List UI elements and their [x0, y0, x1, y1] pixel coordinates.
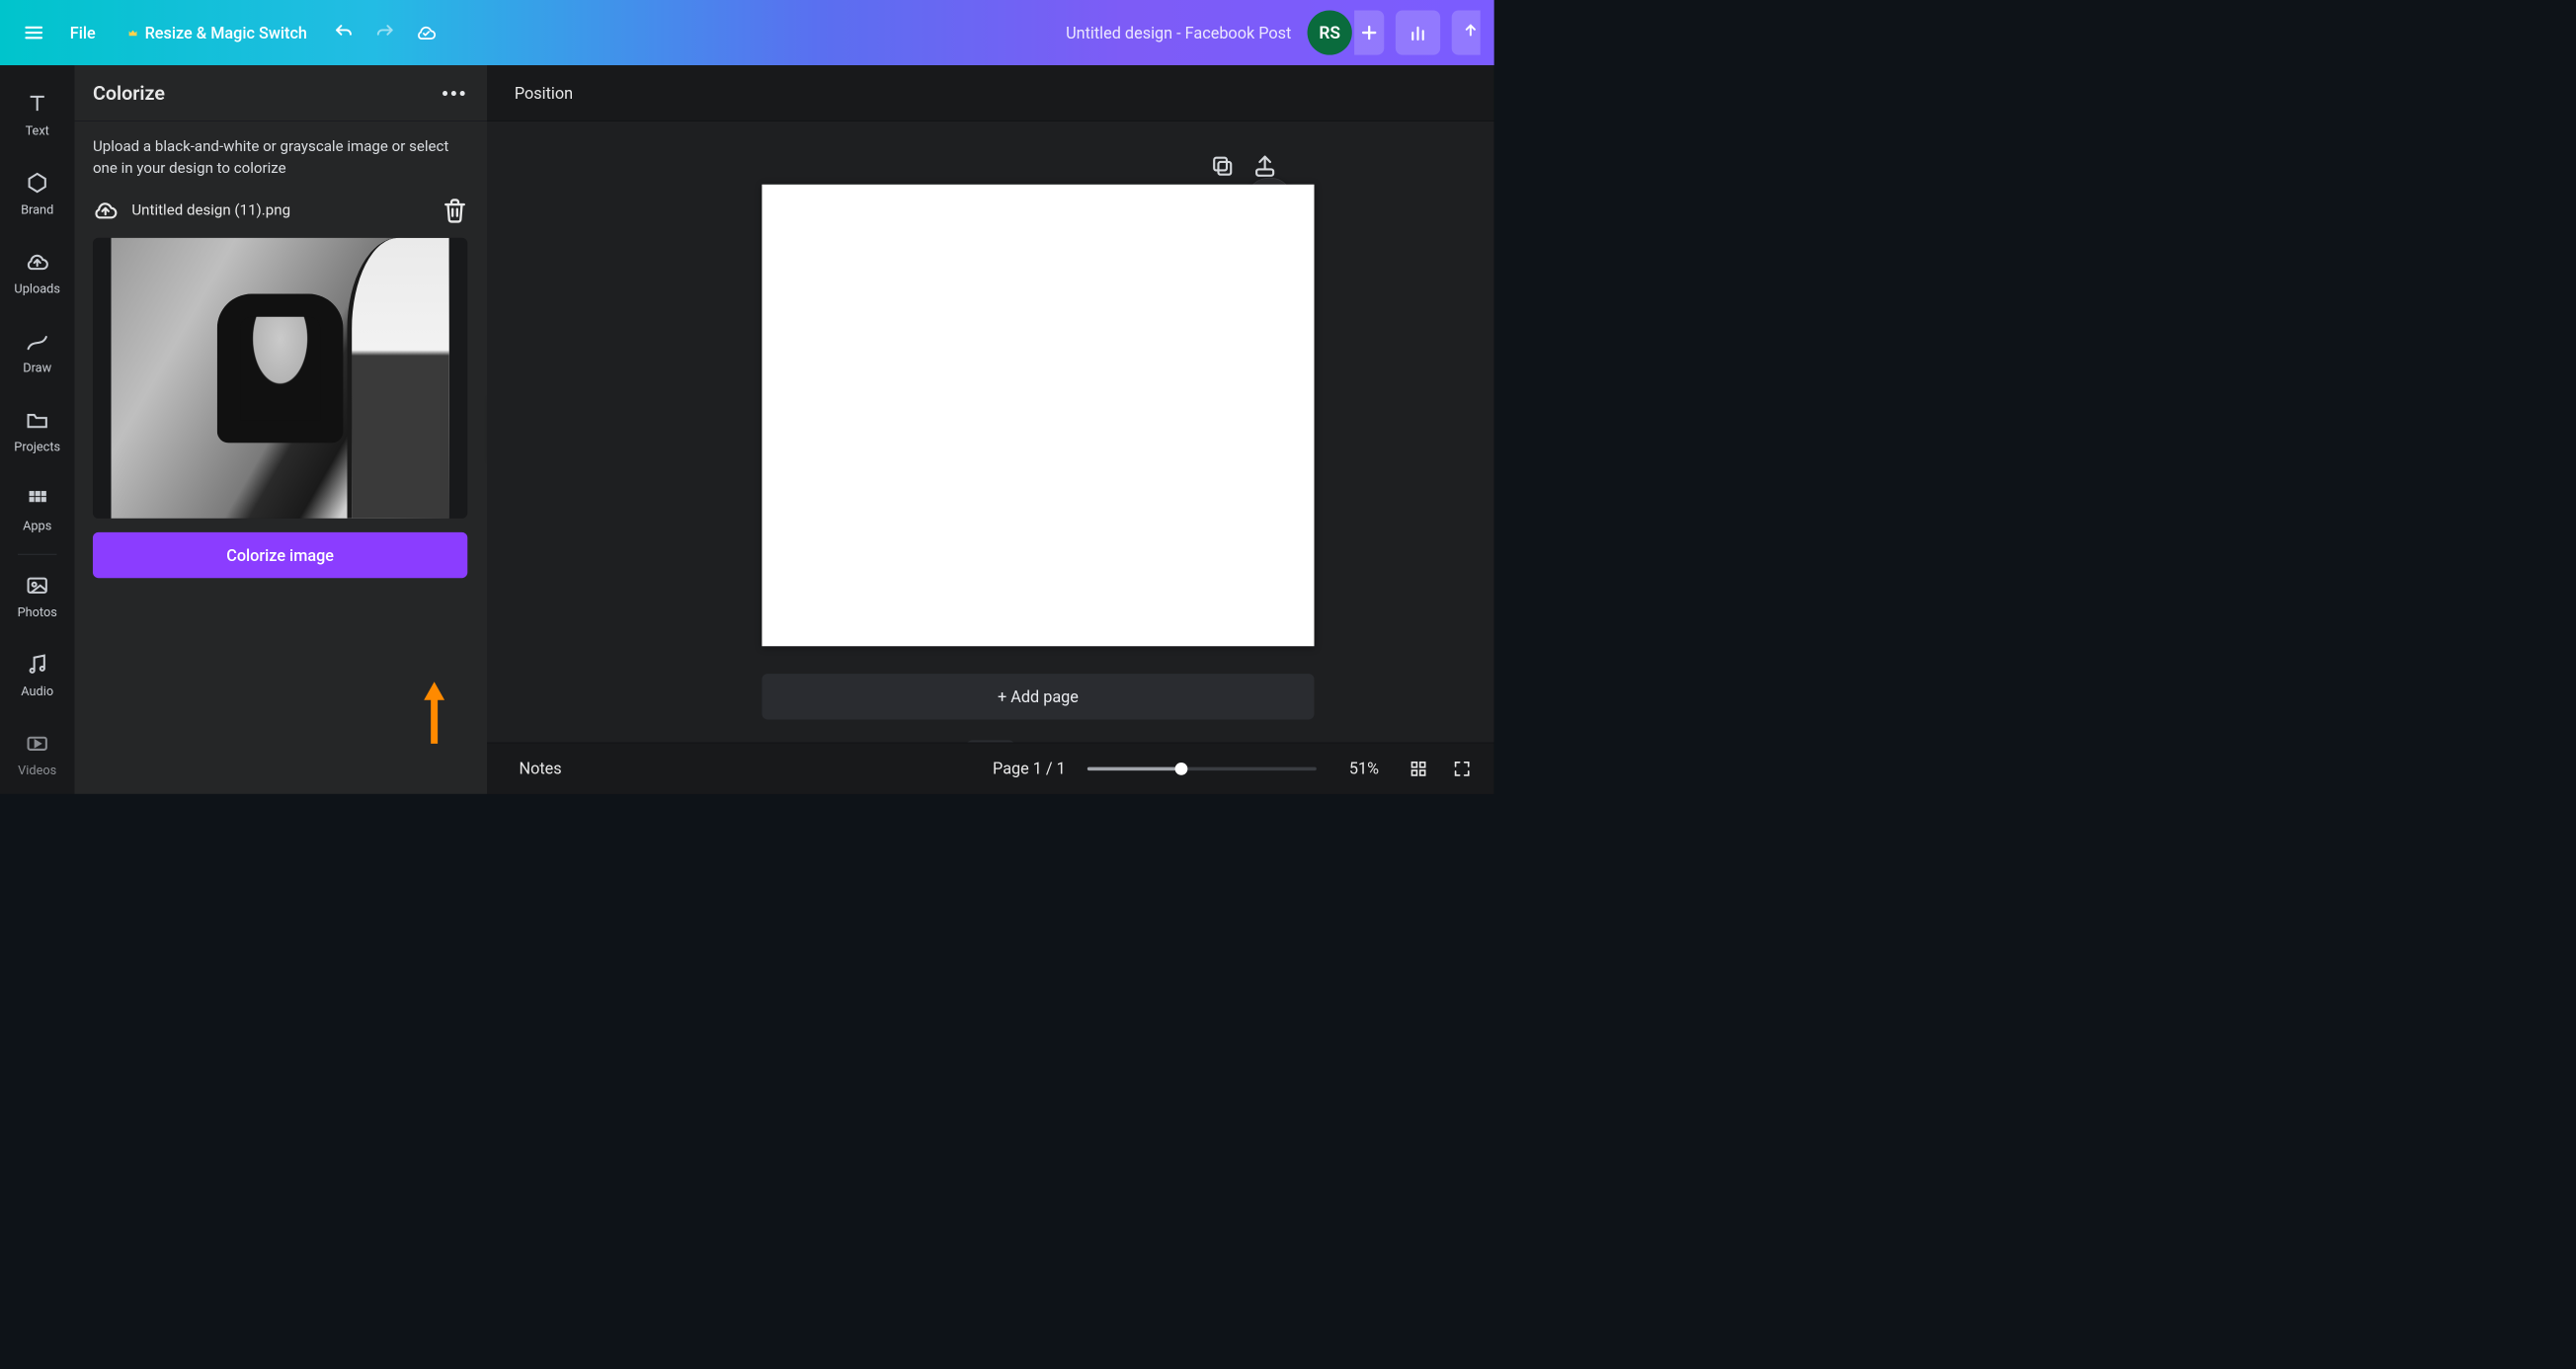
- rail-label: Projects: [14, 440, 60, 453]
- top-header: File Resize & Magic Switch Untitled desi…: [0, 0, 1494, 65]
- rail-label: Text: [26, 124, 49, 139]
- grid-view-button[interactable]: [1404, 754, 1433, 783]
- brand-icon: [26, 171, 49, 199]
- cloud-upload-icon: [93, 198, 119, 223]
- side-panel-colorize: Colorize Upload a black-and-white or gra…: [74, 65, 487, 794]
- top-right-controls: RS: [1303, 10, 1481, 54]
- rail-separator: [18, 554, 56, 555]
- design-title-text: Untitled design - Facebook Post: [1066, 23, 1291, 41]
- editor-area: Position + Add page: [487, 65, 1494, 794]
- rail-item-audio[interactable]: Audio: [0, 636, 74, 715]
- uploaded-file-row: Untitled design (11).png: [93, 194, 468, 224]
- audio-icon: [26, 652, 49, 680]
- preview-thumbnail: [112, 238, 449, 519]
- zoom-slider[interactable]: [1087, 766, 1317, 769]
- zoom-value[interactable]: 51%: [1338, 760, 1390, 778]
- add-page-button[interactable]: + Add page: [762, 674, 1314, 719]
- redo-button[interactable]: [364, 12, 406, 53]
- colorize-button-label: Colorize image: [226, 546, 334, 565]
- photos-icon: [26, 573, 49, 601]
- rail-item-text[interactable]: Text: [0, 76, 74, 155]
- user-avatar[interactable]: RS: [1308, 10, 1352, 54]
- duplicate-page-button[interactable]: [1210, 153, 1236, 179]
- stage: + Add page Notes Page 1 / 1: [487, 121, 1494, 794]
- page-tool-row: [1210, 153, 1277, 179]
- rail-label: Brand: [21, 203, 53, 218]
- rail-label: Videos: [18, 764, 56, 778]
- colorize-image-button[interactable]: Colorize image: [93, 532, 467, 578]
- panel-title: Colorize: [93, 82, 165, 105]
- resize-magic-switch-button[interactable]: Resize & Magic Switch: [112, 13, 323, 53]
- add-page-label: + Add page: [998, 687, 1079, 706]
- crown-icon: [127, 23, 137, 41]
- design-title-input[interactable]: Untitled design - Facebook Post: [1055, 23, 1303, 41]
- panel-description: Upload a black-and-white or grayscale im…: [93, 136, 468, 180]
- undo-button[interactable]: [323, 12, 364, 53]
- avatar-initials: RS: [1319, 23, 1340, 42]
- uploaded-file-name: Untitled design (11).png: [131, 201, 427, 218]
- zoom-slider-fill: [1087, 766, 1181, 769]
- apps-icon: [26, 487, 49, 515]
- bottom-bar: Notes Page 1 / 1 51%: [487, 743, 1494, 794]
- zoom-slider-thumb[interactable]: [1175, 763, 1188, 775]
- rail-item-brand[interactable]: Brand: [0, 155, 74, 234]
- main-row: Text Brand Uploads Draw Projects Apps: [0, 65, 1494, 794]
- text-icon: [26, 92, 49, 120]
- rail-label: Uploads: [14, 282, 60, 296]
- uploads-icon: [26, 250, 49, 278]
- notes-button[interactable]: Notes: [504, 755, 568, 782]
- rail-item-uploads[interactable]: Uploads: [0, 234, 74, 313]
- position-button[interactable]: Position: [506, 78, 583, 109]
- panel-more-button[interactable]: [439, 78, 468, 108]
- editor-toolbar: Position: [487, 65, 1494, 121]
- fullscreen-button[interactable]: [1447, 754, 1477, 783]
- rail-item-videos[interactable]: Videos: [0, 715, 74, 794]
- position-label: Position: [515, 84, 573, 103]
- export-page-button[interactable]: [1252, 153, 1278, 179]
- rail-item-photos[interactable]: Photos: [0, 557, 74, 636]
- cloud-sync-button[interactable]: [406, 12, 447, 53]
- add-collaborator-button[interactable]: [1354, 10, 1384, 54]
- app-root: File Resize & Magic Switch Untitled desi…: [0, 0, 1494, 794]
- rail-label: Draw: [23, 361, 51, 375]
- rail-item-apps[interactable]: Apps: [0, 470, 74, 549]
- panel-body: Upload a black-and-white or grayscale im…: [74, 121, 487, 594]
- file-menu-button[interactable]: File: [54, 13, 112, 53]
- menu-hamburger-button[interactable]: [14, 13, 54, 53]
- rail-label: Apps: [23, 519, 51, 533]
- panel-header: Colorize: [74, 65, 487, 121]
- projects-icon: [26, 408, 49, 436]
- annotation-arrow-icon: [417, 678, 451, 747]
- insights-button[interactable]: [1396, 10, 1440, 54]
- rail-label: Audio: [21, 684, 53, 699]
- videos-icon: [26, 731, 49, 759]
- left-nav-rail: Text Brand Uploads Draw Projects Apps: [0, 65, 74, 794]
- notes-label: Notes: [519, 760, 561, 778]
- delete-file-button[interactable]: [442, 197, 469, 224]
- design-canvas[interactable]: [762, 185, 1314, 646]
- rail-item-projects[interactable]: Projects: [0, 391, 74, 470]
- share-button[interactable]: [1452, 10, 1481, 54]
- rail-label: Photos: [18, 605, 57, 620]
- draw-icon: [26, 329, 49, 357]
- rail-item-draw[interactable]: Draw: [0, 312, 74, 391]
- image-preview[interactable]: [93, 238, 467, 519]
- resize-label: Resize & Magic Switch: [145, 23, 307, 41]
- page-indicator[interactable]: Page 1 / 1: [993, 760, 1066, 778]
- file-menu-label: File: [70, 23, 96, 41]
